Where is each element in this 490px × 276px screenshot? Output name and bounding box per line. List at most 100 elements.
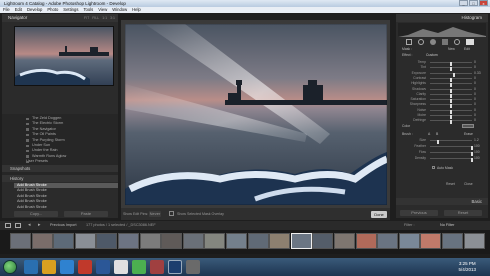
done-button[interactable]: Done xyxy=(371,211,387,218)
media-icon[interactable] xyxy=(150,260,164,274)
slider-size[interactable]: Size 1.2 xyxy=(402,138,482,144)
edit-pins-select[interactable]: Never xyxy=(149,211,161,217)
menu-photo[interactable]: Photo xyxy=(47,7,58,13)
filmstrip-thumbnail[interactable] xyxy=(161,233,183,249)
slider-value[interactable]: 100 xyxy=(474,150,480,155)
slider-feather[interactable]: Feather 100 xyxy=(402,144,482,150)
minimize-button[interactable]: _ xyxy=(459,0,468,6)
slider-value[interactable]: 100 xyxy=(474,144,480,149)
photo-canvas[interactable] xyxy=(121,20,390,208)
slider-clarity[interactable]: Clarity 0 xyxy=(402,92,482,98)
mask-new-button[interactable]: New xyxy=(448,47,455,51)
lightroom-icon[interactable] xyxy=(168,260,182,274)
slider-tint[interactable]: Tint 0 xyxy=(402,65,482,72)
menu-settings[interactable]: Settings xyxy=(63,7,78,13)
filmstrip-thumbnail[interactable] xyxy=(312,233,334,249)
second-window-icon[interactable] xyxy=(15,223,21,228)
slider-value[interactable]: 0 xyxy=(474,87,476,92)
filmstrip-thumbnail[interactable] xyxy=(118,233,139,249)
filmstrip-thumbnail[interactable] xyxy=(398,233,420,249)
menu-file[interactable]: File xyxy=(3,7,10,13)
reset-button[interactable]: Reset xyxy=(444,210,482,216)
slider-saturation[interactable]: Saturation 0 xyxy=(402,97,482,104)
slider-value[interactable]: 100 xyxy=(474,156,480,161)
red-eye-icon[interactable] xyxy=(430,39,436,45)
effect-select[interactable]: Custom xyxy=(426,53,438,57)
filmstrip-thumbnail[interactable] xyxy=(31,233,53,249)
slider-value[interactable]: 0 xyxy=(474,76,476,81)
paste-button[interactable]: Paste xyxy=(64,211,108,217)
brush-erase-button[interactable]: Erase xyxy=(464,132,473,136)
maximize-button[interactable]: □ xyxy=(469,0,478,6)
slider-track[interactable] xyxy=(430,140,472,144)
filmstrip-thumbnail[interactable] xyxy=(355,233,377,249)
clock[interactable]: 3:25 PM 5/4/2013 xyxy=(458,261,476,273)
slider-track[interactable] xyxy=(430,88,472,93)
spot-removal-icon[interactable] xyxy=(418,39,424,45)
slider-shadows[interactable]: Shadows 0 xyxy=(402,87,482,93)
zoom-1-1[interactable]: 1:1 xyxy=(102,14,107,22)
mask-edit-button[interactable]: Edit xyxy=(464,47,470,51)
slider-handle[interactable] xyxy=(471,158,473,162)
grid-view-icon[interactable] xyxy=(5,223,11,228)
back-arrow-icon[interactable]: ◂ xyxy=(28,222,31,228)
slider-track[interactable] xyxy=(430,120,472,125)
filmstrip-thumbnail[interactable] xyxy=(10,233,31,249)
panel-reset-button[interactable]: Reset xyxy=(446,182,455,186)
zoom-3-1[interactable]: 3:1 xyxy=(110,14,115,22)
filmstrip-thumbnail[interactable] xyxy=(290,233,312,249)
slider-track[interactable] xyxy=(430,115,472,119)
filmstrip-thumbnail[interactable] xyxy=(269,233,291,249)
filmstrip-thumbnail[interactable] xyxy=(139,233,161,249)
filmstrip-thumbnail[interactable] xyxy=(442,233,463,249)
slider-temp[interactable]: Temp 0 xyxy=(402,60,482,66)
radial-filter-icon[interactable] xyxy=(454,39,460,45)
filmstrip-thumbnail[interactable] xyxy=(53,233,75,249)
graduated-filter-icon[interactable] xyxy=(442,39,448,45)
slider-track[interactable] xyxy=(430,72,472,77)
previous-button[interactable]: Previous xyxy=(400,210,438,216)
slider-flow[interactable]: Flow 100 xyxy=(402,150,482,156)
media-player-icon[interactable] xyxy=(60,260,74,274)
slider-track[interactable] xyxy=(430,93,472,98)
explorer-icon[interactable] xyxy=(24,260,38,274)
slider-value[interactable]: 0 xyxy=(474,65,476,70)
filter-select[interactable]: No Filter xyxy=(440,223,454,227)
menu-develop[interactable]: Develop xyxy=(27,7,42,13)
slider-contrast[interactable]: Contrast 0 xyxy=(402,76,482,82)
snapshots-header[interactable]: Snapshots xyxy=(2,165,118,172)
adjustment-brush-icon[interactable] xyxy=(466,39,474,45)
slider-value[interactable]: 0 xyxy=(474,102,476,107)
slider-track[interactable] xyxy=(430,158,473,162)
app-icon[interactable] xyxy=(186,260,200,274)
color-swatch[interactable] xyxy=(462,124,474,128)
slider-value[interactable]: 1.2 xyxy=(474,138,479,143)
navigator-header[interactable]: Navigator FIT FILL 1:1 3:1 xyxy=(2,14,118,22)
histogram-header[interactable]: Histogram xyxy=(396,14,488,22)
mask-overlay-checkbox[interactable] xyxy=(169,211,174,216)
slider-exposure[interactable]: Exposure 0.33 xyxy=(402,71,482,77)
slider-value[interactable]: 0 xyxy=(474,113,476,118)
menu-view[interactable]: View xyxy=(98,7,107,13)
folder-icon[interactable] xyxy=(42,260,56,274)
filmstrip-thumbnail[interactable] xyxy=(420,233,442,249)
slider-value[interactable]: 0 xyxy=(474,118,476,123)
zoom-fill[interactable]: FILL xyxy=(92,14,99,22)
slider-track[interactable] xyxy=(430,152,473,156)
paint-icon[interactable] xyxy=(114,260,128,274)
copy-button[interactable]: Copy... xyxy=(14,211,58,217)
history-header[interactable]: History xyxy=(2,175,118,182)
auto-mask-checkbox[interactable] xyxy=(432,166,435,169)
word-icon[interactable] xyxy=(96,260,110,274)
slider-value[interactable]: 0.33 xyxy=(474,71,481,76)
slider-track[interactable] xyxy=(430,99,472,104)
app-icon[interactable] xyxy=(78,260,92,274)
slider-value[interactable]: 0 xyxy=(474,81,476,86)
crop-icon[interactable] xyxy=(406,39,412,45)
panel-close-button[interactable]: Close xyxy=(464,182,473,186)
slider-track[interactable] xyxy=(430,146,473,150)
filmstrip-thumbnail[interactable] xyxy=(377,233,399,249)
filmstrip-thumbnail[interactable] xyxy=(463,233,485,249)
filmstrip-thumbnail[interactable] xyxy=(247,233,269,249)
navigator-preview[interactable] xyxy=(14,26,114,86)
